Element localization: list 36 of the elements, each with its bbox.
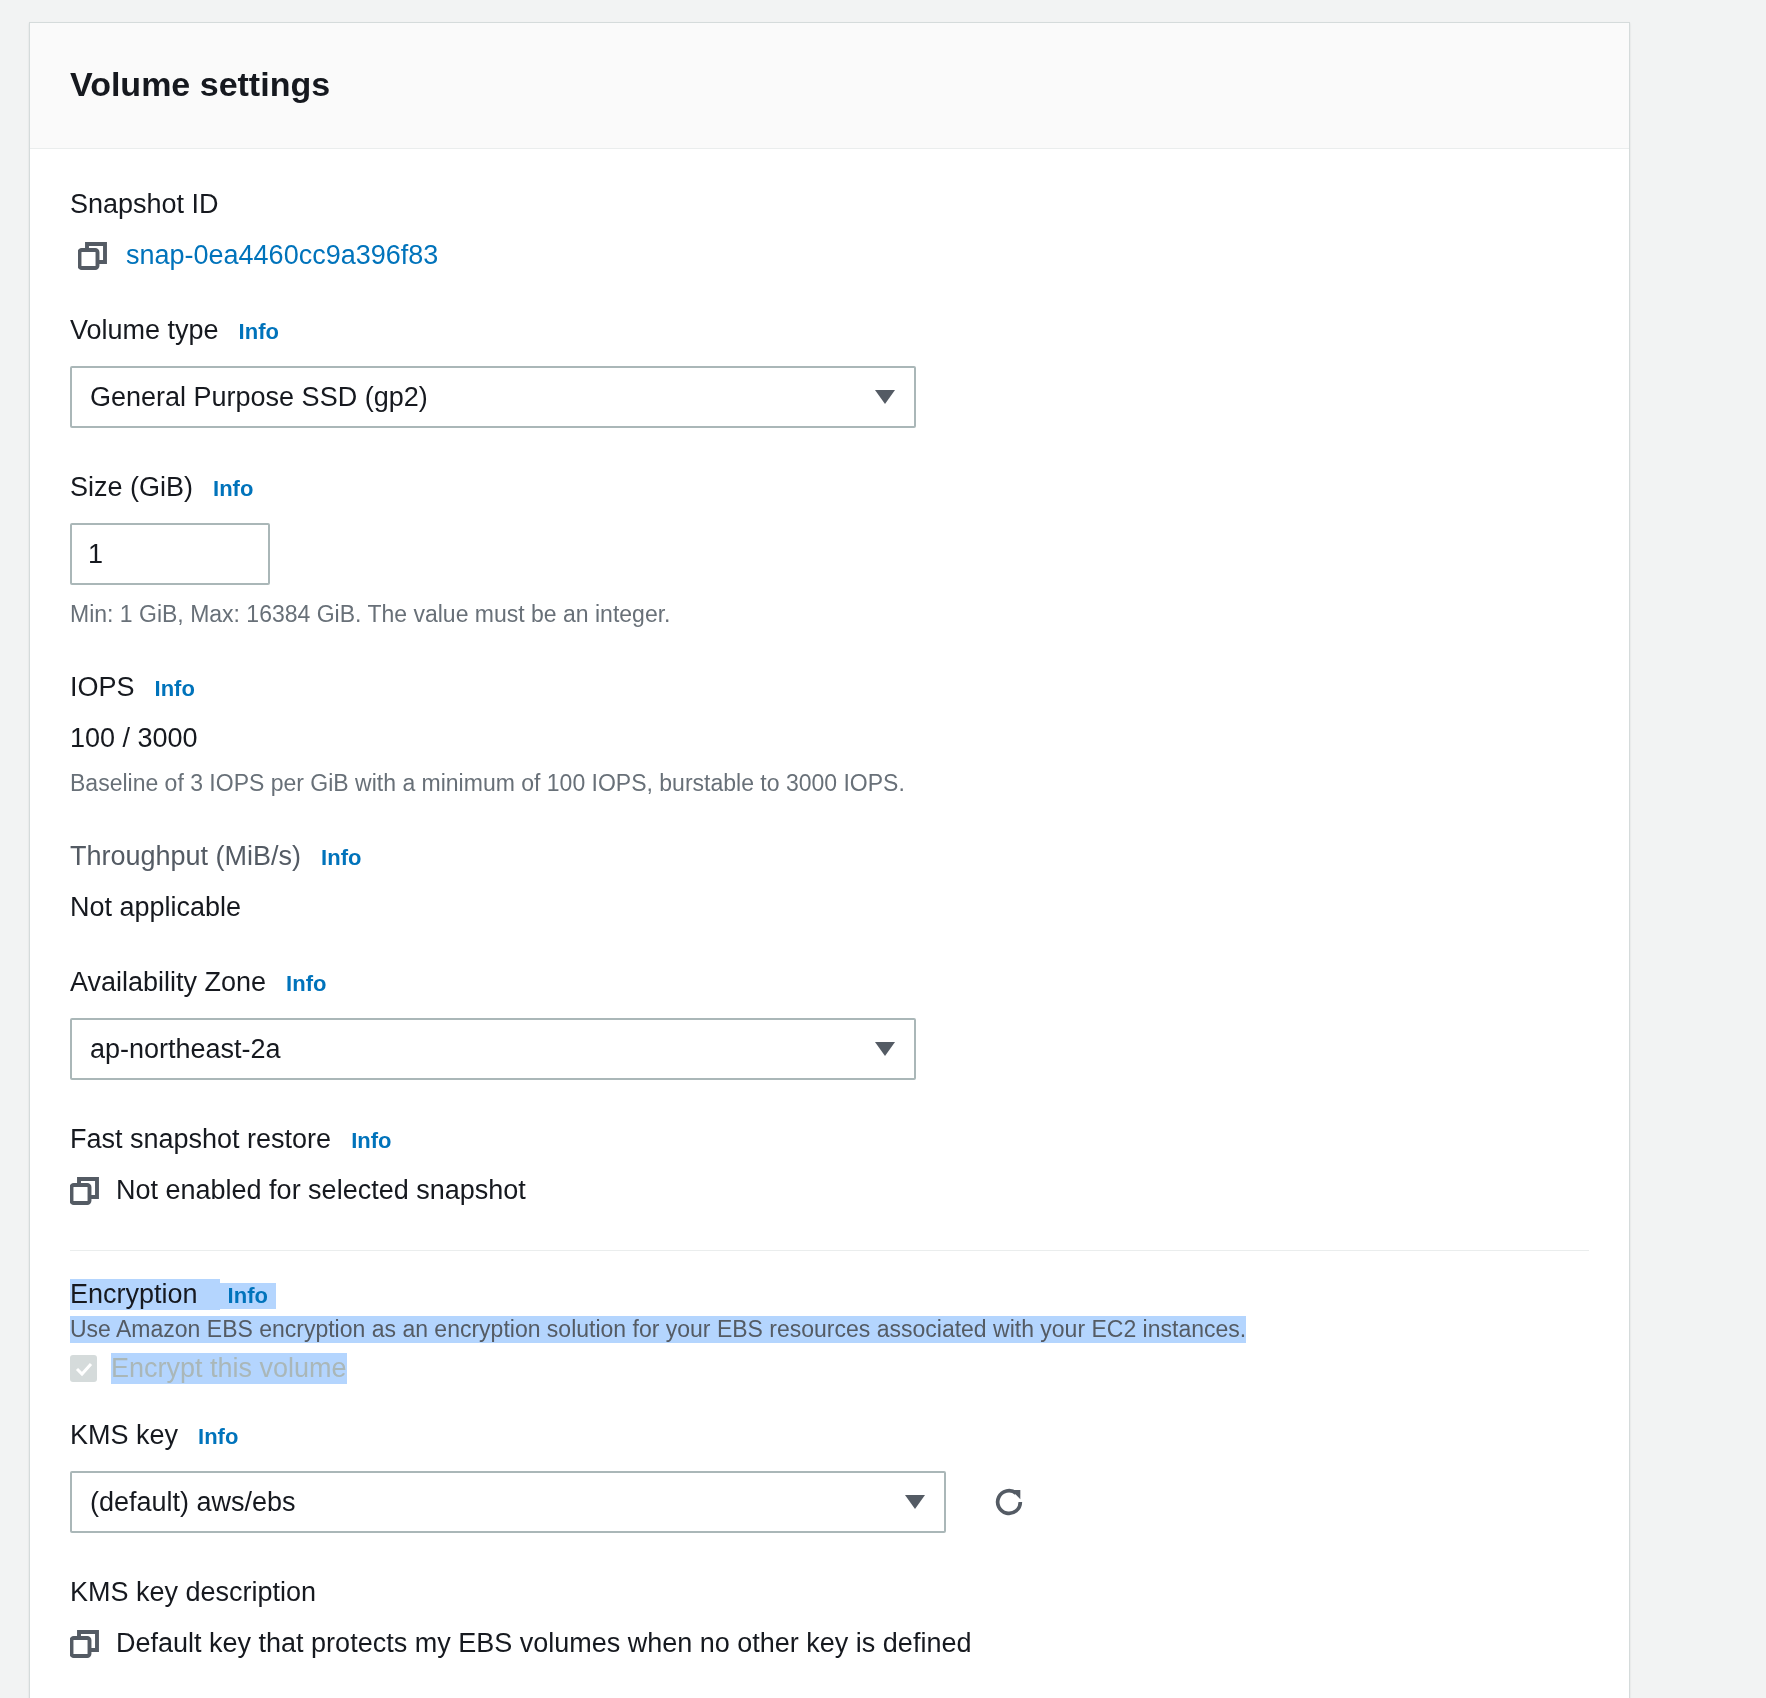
description-text: Use Amazon EBS encryption as an encryption solution for your EBS resources associated with your EC2 instances. bbox=[70, 1316, 1247, 1343]
caret-icon bbox=[874, 1041, 896, 1057]
size-input[interactable]: 1 bbox=[70, 523, 270, 585]
info-link[interactable]: Info bbox=[213, 476, 254, 502]
snapshot-link[interactable]: snap-0ea4460cc9a396f83 bbox=[126, 240, 439, 271]
info-link[interactable]: Info bbox=[351, 1128, 392, 1154]
info-link[interactable]: Info bbox=[154, 676, 195, 702]
dropdown[interactable]: (default) aws/ebs bbox=[70, 1471, 946, 1533]
field-label: Size (GiB) bbox=[70, 472, 194, 503]
field-label: Availability Zone bbox=[70, 967, 267, 998]
info-link[interactable]: Info bbox=[286, 971, 327, 997]
info-link[interactable]: Info bbox=[198, 1424, 239, 1450]
field-value: Default key that protects my EBS volumes when no other key is defined bbox=[116, 1628, 972, 1659]
field-label: Volume type bbox=[70, 315, 219, 346]
copy-icon[interactable] bbox=[70, 1175, 100, 1206]
hint-text: Min: 1 GiB, Max: 16384 GiB. The value must be an integer. bbox=[70, 601, 672, 628]
field-value: 100 / 3000 bbox=[70, 723, 199, 754]
field-label: KMS key description bbox=[70, 1577, 317, 1608]
dropdown[interactable]: General Purpose SSD (gp2) bbox=[70, 366, 916, 428]
caret-icon bbox=[904, 1494, 926, 1510]
info-link[interactable]: Info bbox=[219, 1283, 276, 1309]
field-label: IOPS bbox=[70, 672, 135, 703]
field-label: Snapshot ID bbox=[70, 189, 219, 220]
field-value: Not applicable bbox=[70, 892, 243, 923]
hint-text: Baseline of 3 IOPS per GiB with a minimum of 100 IOPS, burstable to 3000 IOPS. bbox=[70, 770, 906, 797]
dropdown[interactable]: ap-northeast-2a bbox=[70, 1018, 916, 1080]
caret-icon bbox=[874, 389, 896, 405]
panel-title: Volume settings bbox=[70, 65, 332, 104]
field-value: Not enabled for selected snapshot bbox=[116, 1175, 526, 1206]
field-label: KMS key bbox=[70, 1420, 179, 1451]
copy-icon[interactable] bbox=[70, 1628, 100, 1659]
field-label: Fast snapshot restore bbox=[70, 1124, 332, 1155]
info-link[interactable]: Info bbox=[238, 319, 279, 345]
field-label: Throughput (MiB/s) bbox=[70, 841, 302, 872]
field-label: Encryption bbox=[70, 1279, 220, 1310]
copy-icon[interactable] bbox=[78, 240, 108, 271]
